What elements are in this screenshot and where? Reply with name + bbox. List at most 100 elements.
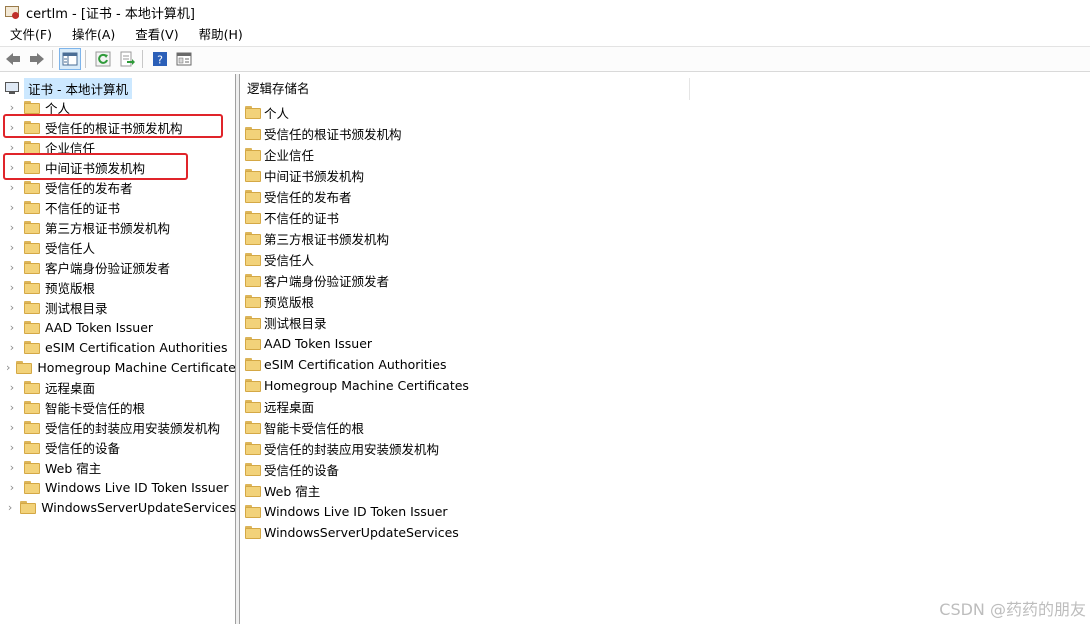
tree-item[interactable]: › 测试根目录 [0,297,235,317]
folder-icon [24,300,40,314]
list-item[interactable]: 智能卡受信任的根 [245,417,845,438]
chevron-right-icon[interactable]: › [6,261,18,274]
tree-item[interactable]: › 中间证书颁发机构 [0,157,235,177]
column-logical-store-name[interactable]: 逻辑存储名 [240,78,690,100]
tree-item-label: 远程桌面 [45,380,96,396]
chevron-right-icon[interactable]: › [6,401,18,414]
chevron-right-icon[interactable]: › [6,381,18,394]
tree-item[interactable]: › 受信任人 [0,237,235,257]
list-item-label: eSIM Certification Authorities [264,357,447,372]
list-item[interactable]: 个人 [245,102,845,123]
back-arrow-icon [6,53,20,65]
list-item[interactable]: 受信任的封装应用安装颁发机构 [245,438,845,459]
folder-icon [245,505,261,518]
export-list-button[interactable] [116,48,138,70]
tree-item[interactable]: › 受信任的发布者 [0,177,235,197]
folder-icon [16,360,33,374]
show-hide-tree-button[interactable] [59,48,81,70]
chevron-right-icon[interactable]: › [6,101,18,114]
folder-icon [245,232,261,245]
tree-item[interactable]: › 不信任的证书 [0,197,235,217]
list-item[interactable]: WindowsServerUpdateServices [245,522,845,543]
tree-root[interactable]: 证书 - 本地计算机 [4,77,132,99]
tree-item[interactable]: › WindowsServerUpdateServices [0,497,235,517]
list-item[interactable]: Windows Live ID Token Issuer [245,501,845,522]
chevron-right-icon[interactable]: › [6,221,18,234]
tree-item[interactable]: › 远程桌面 [0,377,235,397]
list-item-label: Homegroup Machine Certificates [264,378,469,393]
list-item[interactable]: 测试根目录 [245,312,845,333]
list-item[interactable]: 第三方根证书颁发机构 [245,228,845,249]
help-button[interactable]: ? [149,48,171,70]
chevron-right-icon[interactable]: › [6,341,18,354]
tree-item[interactable]: › Web 宿主 [0,457,235,477]
folder-icon [24,460,40,474]
toolbar-separator [52,50,53,68]
list-item[interactable]: 中间证书颁发机构 [245,165,845,186]
menu-help[interactable]: 帮助(H) [189,24,253,46]
tree-item[interactable]: › 企业信任 [0,137,235,157]
tree-item[interactable]: › 受信任的根证书颁发机构 [0,117,235,137]
menu-file[interactable]: 文件(F) [0,24,62,46]
chevron-right-icon[interactable]: › [6,161,18,174]
folder-icon [245,379,261,392]
folder-icon [245,421,261,434]
chevron-right-icon[interactable]: › [6,361,10,374]
folder-icon [24,100,40,114]
refresh-button[interactable] [92,48,114,70]
list-item[interactable]: 企业信任 [245,144,845,165]
list-item-label: 不信任的证书 [264,211,340,226]
back-button[interactable] [2,48,24,70]
tree-item[interactable]: › 预览版根 [0,277,235,297]
chevron-right-icon[interactable]: › [6,201,18,214]
list-item[interactable]: Homegroup Machine Certificates [245,375,845,396]
chevron-right-icon[interactable]: › [6,421,18,434]
folder-icon [245,442,261,455]
chevron-right-icon[interactable]: › [6,241,18,254]
chevron-right-icon[interactable]: › [6,281,18,294]
list-item[interactable]: Web 宿主 [245,480,845,501]
chevron-right-icon[interactable]: › [6,321,18,334]
chevron-right-icon[interactable]: › [6,481,18,494]
store-list: 个人 受信任的根证书颁发机构 企业信任中间证书颁发机构受信任的发布者不信任的证书第三… [245,102,845,543]
chevron-right-icon[interactable]: › [6,141,18,154]
help-icon: ? [153,52,167,67]
computer-icon [4,80,20,96]
properties-icon [176,52,192,66]
menu-view[interactable]: 查看(V) [125,24,188,46]
chevron-right-icon[interactable]: › [6,501,14,514]
tree-item[interactable]: › 第三方根证书颁发机构 [0,217,235,237]
console-tree: 证书 - 本地计算机 › 个人 › 受信任的根证书颁发机构 › 企业信任 › 中间证书颁发机构… [0,74,236,624]
folder-icon [24,220,40,234]
list-item[interactable]: 受信任的根证书颁发机构 [245,123,845,144]
list-item[interactable]: 远程桌面 [245,396,845,417]
chevron-right-icon[interactable]: › [6,441,18,454]
properties-button[interactable] [173,48,195,70]
list-item[interactable]: 不信任的证书 [245,207,845,228]
list-item[interactable]: 受信任的设备 [245,459,845,480]
folder-icon [24,160,40,174]
chevron-right-icon[interactable]: › [6,121,18,134]
tree-item[interactable]: › eSIM Certification Authorities [0,337,235,357]
forward-button[interactable] [26,48,48,70]
list-item[interactable]: 受信任人 [245,249,845,270]
list-item[interactable]: eSIM Certification Authorities [245,354,845,375]
list-item[interactable]: 受信任的发布者 [245,186,845,207]
tree-item[interactable]: › Homegroup Machine Certificates [0,357,235,377]
list-item[interactable]: 预览版根 [245,291,845,312]
tree-item[interactable]: › 智能卡受信任的根 [0,397,235,417]
list-item-label: 中间证书颁发机构 [264,169,365,184]
chevron-right-icon[interactable]: › [6,181,18,194]
tree-item[interactable]: › Windows Live ID Token Issuer [0,477,235,497]
tree-item[interactable]: › 客户端身份验证颁发者 [0,257,235,277]
tree-item[interactable]: › 受信任的封装应用安装颁发机构 [0,417,235,437]
list-item[interactable]: 客户端身份验证颁发者 [245,270,845,291]
list-item[interactable]: AAD Token Issuer [245,333,845,354]
chevron-right-icon[interactable]: › [6,301,18,314]
folder-icon [245,337,261,350]
menu-action[interactable]: 操作(A) [62,24,125,46]
chevron-right-icon[interactable]: › [6,461,18,474]
tree-item[interactable]: › 个人 [0,97,235,117]
tree-item[interactable]: › AAD Token Issuer [0,317,235,337]
tree-item[interactable]: › 受信任的设备 [0,437,235,457]
